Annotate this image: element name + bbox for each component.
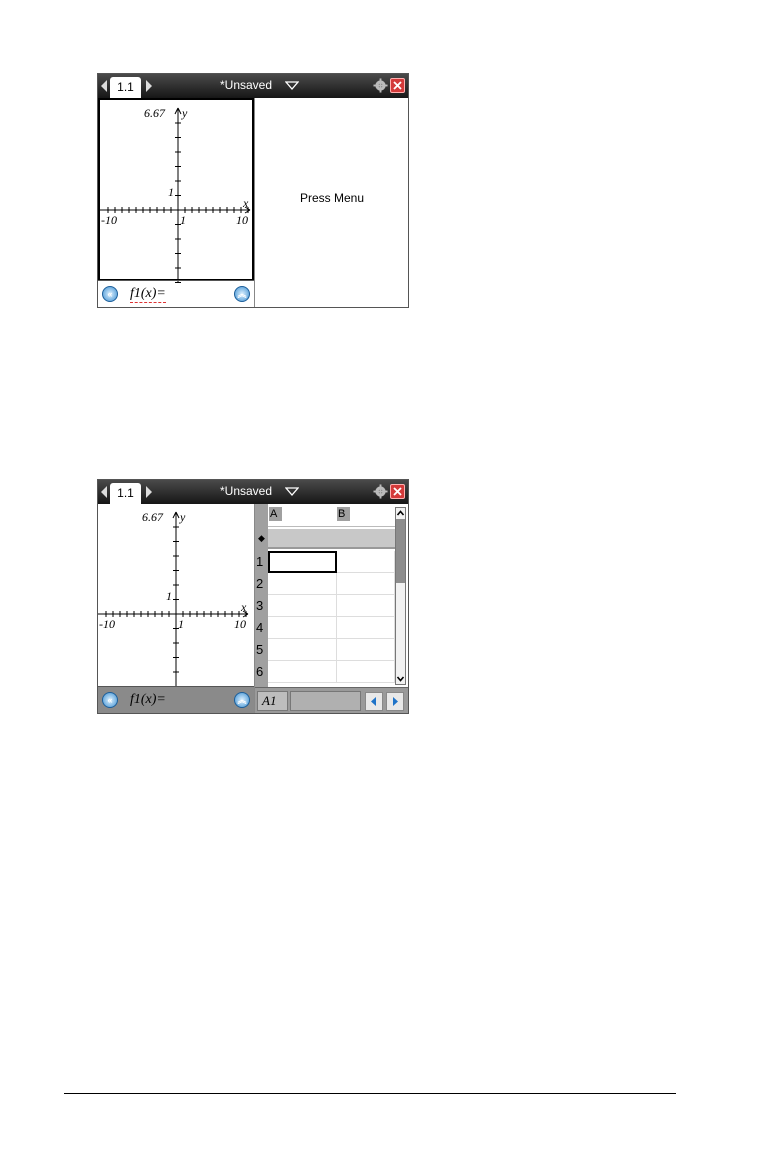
collapse-history-icon[interactable]: « — [102, 286, 118, 302]
cell-a3[interactable] — [268, 595, 337, 617]
row-number-4: 4 — [255, 617, 268, 639]
cell-b4[interactable] — [337, 617, 395, 639]
x-min-label: -10 — [99, 617, 115, 631]
screenshot-graph-and-spreadsheet: 1.1 *Unsaved 6.67 y x -10 10 1 1 « f1(x)… — [97, 479, 409, 714]
lists-spreadsheet[interactable]: A B ◆ 1 2 3 4 5 6 A1 — [254, 504, 408, 713]
y-tick-label: 1 — [168, 185, 174, 199]
cell-a1[interactable] — [268, 551, 337, 573]
cell-a2[interactable] — [268, 573, 337, 595]
x-axis-label: x — [243, 196, 249, 210]
vertical-scrollbar[interactable] — [395, 507, 406, 685]
screenshot-graph-and-empty-pane: 1.1 *Unsaved 6.67 y x -10 10 1 1 « f1(x)… — [97, 73, 409, 308]
cell-b3[interactable] — [337, 595, 395, 617]
graphs-work-area[interactable]: 6.67 y x -10 10 1 1 — [98, 98, 254, 283]
page-tab[interactable]: 1.1 — [110, 483, 141, 504]
cell-a4[interactable] — [268, 617, 337, 639]
function-entry-line[interactable]: « f1(x)= ︽ — [98, 280, 254, 307]
left-arrow-icon — [371, 697, 376, 706]
settings-gear-icon[interactable] — [373, 78, 388, 93]
cell-a5[interactable] — [268, 639, 337, 661]
expand-entry-icon[interactable]: ︽ — [234, 286, 250, 302]
row-number-6: 6 — [255, 661, 268, 683]
y-axis-label: y — [180, 510, 186, 524]
next-page-arrow-icon[interactable] — [146, 80, 152, 92]
current-cell-reference[interactable]: A1 — [257, 691, 288, 711]
graph-axes — [100, 107, 251, 283]
cell-b6[interactable] — [337, 661, 395, 683]
row-number-5: 5 — [255, 639, 268, 661]
scrollbar-thumb[interactable] — [396, 519, 405, 583]
cell-b2[interactable] — [337, 573, 395, 595]
cell-reference-bar: A1 — [255, 687, 408, 713]
press-menu-message: Press Menu — [299, 191, 365, 205]
settings-gear-icon[interactable] — [373, 484, 388, 499]
formula-row-marker: ◆ — [258, 533, 265, 543]
empty-work-area[interactable]: Press Menu — [254, 98, 408, 307]
y-max-label: 6.67 — [142, 510, 163, 524]
previous-page-arrow-icon[interactable] — [101, 80, 107, 92]
function-entry-text[interactable]: f1(x)= — [130, 692, 166, 708]
footer-rule — [64, 1093, 676, 1094]
scroll-left-button[interactable] — [365, 692, 383, 711]
x-axis-label: x — [241, 600, 247, 614]
scroll-down-icon[interactable] — [396, 674, 405, 684]
row-number-2: 2 — [255, 573, 268, 595]
row-number-3: 3 — [255, 595, 268, 617]
close-icon[interactable] — [390, 78, 405, 93]
close-icon[interactable] — [390, 484, 405, 499]
y-tick-label: 1 — [166, 589, 172, 603]
function-entry-text[interactable]: f1(x)= — [130, 286, 166, 303]
title-bar: 1.1 *Unsaved — [98, 74, 408, 98]
column-header-row — [268, 504, 395, 527]
x-min-label: -10 — [101, 213, 117, 227]
collapse-history-icon[interactable]: « — [102, 692, 118, 708]
scroll-up-icon[interactable] — [396, 508, 405, 518]
document-menu-triangle-icon[interactable] — [285, 487, 299, 496]
scroll-right-button[interactable] — [386, 692, 404, 711]
column-header-a[interactable]: A — [269, 507, 282, 521]
expand-entry-icon[interactable]: ︽ — [234, 692, 250, 708]
previous-page-arrow-icon[interactable] — [101, 486, 107, 498]
graphs-work-area[interactable]: 6.67 y x -10 10 1 1 — [98, 504, 254, 687]
cell-contents-field[interactable] — [290, 691, 361, 711]
cell-b1[interactable] — [337, 551, 395, 573]
x-tick-label: 1 — [178, 617, 184, 631]
document-menu-triangle-icon[interactable] — [285, 81, 299, 90]
function-entry-line[interactable]: « f1(x)= ︽ — [98, 686, 254, 713]
title-bar: 1.1 *Unsaved — [98, 480, 408, 504]
formula-row[interactable] — [268, 529, 395, 549]
x-max-label: 10 — [236, 213, 248, 227]
graph-axes — [98, 511, 249, 687]
next-page-arrow-icon[interactable] — [146, 486, 152, 498]
cell-b5[interactable] — [337, 639, 395, 661]
cell-a6[interactable] — [268, 661, 337, 683]
document-title[interactable]: *Unsaved — [220, 484, 272, 498]
page-tab[interactable]: 1.1 — [110, 77, 141, 98]
row-number-1: 1 — [255, 551, 268, 573]
y-axis-label: y — [182, 106, 188, 120]
right-arrow-icon — [393, 697, 398, 706]
x-max-label: 10 — [234, 617, 246, 631]
document-title[interactable]: *Unsaved — [220, 78, 272, 92]
x-tick-label: 1 — [180, 213, 186, 227]
column-header-b[interactable]: B — [337, 507, 350, 521]
y-max-label: 6.67 — [144, 106, 165, 120]
